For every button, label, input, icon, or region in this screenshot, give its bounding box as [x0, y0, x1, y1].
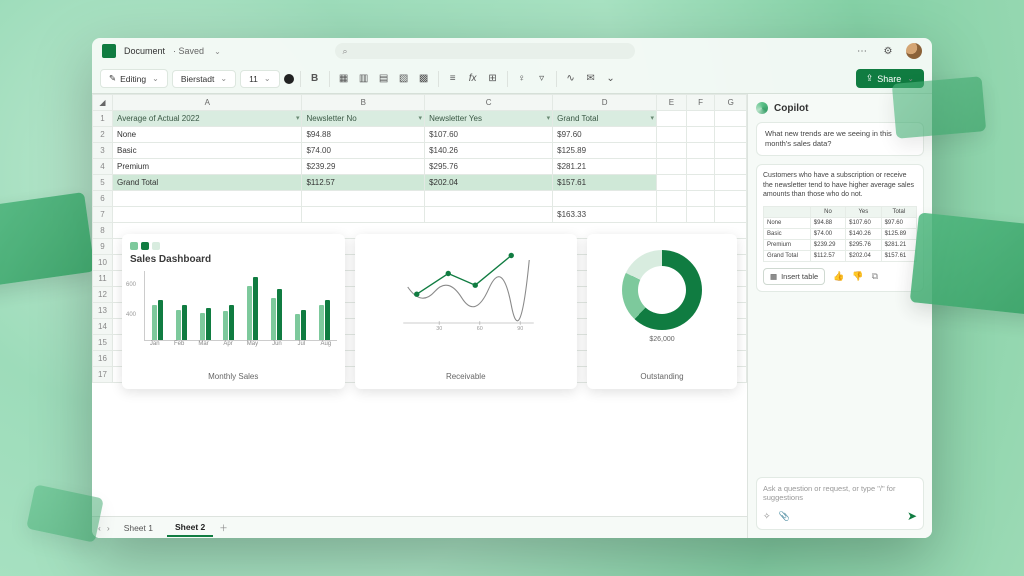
copilot-logo-icon — [756, 102, 768, 114]
table-icon: ▦ — [770, 272, 777, 281]
grand-total-row[interactable]: 5Grand Total$112.57$202.04$157.61 — [93, 175, 747, 191]
sparkle-icon[interactable]: ✧ — [763, 511, 771, 522]
col-header[interactable]: B — [302, 95, 425, 111]
card-footer: Outstanding — [595, 368, 729, 381]
donut-chart — [622, 250, 702, 330]
send-icon[interactable]: ➤ — [907, 509, 917, 523]
cells-icon[interactable]: ▤ — [376, 71, 392, 87]
bold-button[interactable]: B — [307, 71, 323, 87]
title-bar: Document · Saved ⌄ ⌕ ⋯ ⚙ — [92, 38, 932, 64]
align-icon[interactable]: ≡ — [445, 71, 461, 87]
select-all-cell[interactable]: ◢ — [93, 95, 113, 111]
table-icon[interactable]: ▩ — [416, 71, 432, 87]
insert-table-button[interactable]: ▦ Insert table — [763, 268, 825, 285]
analyze-icon[interactable]: ∿ — [563, 71, 579, 87]
document-name[interactable]: Document — [124, 46, 165, 56]
ribbon-toolbar: ✎ Editing ⌄ Bierstadt⌄ 11⌄ B ▦ ▥ ▤ ▧ ▩ ≡… — [92, 64, 932, 94]
line-chart: 30 60 90 — [363, 242, 570, 332]
col-header[interactable]: A — [113, 95, 302, 111]
search-icon: ⌕ — [343, 46, 348, 57]
col-header[interactable]: D — [553, 95, 657, 111]
pencil-icon: ✎ — [109, 73, 116, 84]
svg-text:60: 60 — [476, 326, 482, 332]
sheet-tab-active[interactable]: Sheet 2 — [167, 519, 213, 537]
spreadsheet-area: ◢ A B C D E F G 1 Average of Actual 2022… — [92, 94, 747, 538]
font-color-icon[interactable] — [284, 74, 294, 84]
pivot-header[interactable]: Newsletter No▾ — [302, 111, 425, 127]
tab-next-icon[interactable]: › — [107, 523, 110, 533]
mode-selector[interactable]: ✎ Editing ⌄ — [100, 69, 168, 88]
sheet-tab-bar: ‹ › Sheet 1 Sheet 2 ＋ — [92, 516, 747, 538]
ideas-icon[interactable]: ♀ — [514, 71, 530, 87]
floating-cell[interactable]: $163.33 — [553, 207, 657, 223]
table-row[interactable]: 4Premium$239.29$295.76$281.21 — [93, 159, 747, 175]
save-status: · Saved — [173, 46, 204, 56]
copilot-mini-table: NoYesTotal None$94.88$107.60$97.60 Basic… — [763, 206, 917, 262]
search-input[interactable]: ⌕ — [335, 43, 635, 59]
font-selector[interactable]: Bierstadt⌄ — [172, 70, 236, 88]
merge-icon[interactable]: ▥ — [356, 71, 372, 87]
receivable-card[interactable]: 30 60 90 Receivable — [355, 234, 578, 389]
table-row[interactable]: 2None$94.88$107.60$97.60 — [93, 127, 747, 143]
pivot-header[interactable]: Grand Total▾ — [553, 111, 657, 127]
bar-chart — [144, 271, 337, 341]
copilot-placeholder: Ask a question or request, or type "/" f… — [763, 484, 917, 504]
copilot-pane: Copilot What new trends are we seeing in… — [747, 94, 932, 538]
user-avatar[interactable] — [906, 43, 922, 59]
table-row[interactable]: 3Basic$74.00$140.26$125.89 — [93, 143, 747, 159]
card-footer: Monthly Sales — [130, 368, 337, 381]
add-sheet-icon[interactable]: ＋ — [219, 522, 228, 534]
share-icon: ⇪ — [866, 73, 874, 84]
formula-icon[interactable]: fx — [465, 71, 481, 87]
col-header[interactable]: C — [425, 95, 553, 111]
card-title: Sales Dashboard — [130, 254, 337, 265]
col-header[interactable]: F — [686, 95, 715, 111]
chevron-down-icon[interactable]: ⌄ — [214, 47, 221, 56]
thumbs-down-icon[interactable]: 👎 — [852, 271, 863, 282]
outstanding-card[interactable]: $26,000 Outstanding — [587, 234, 737, 389]
donut-value: $26,000 — [595, 336, 729, 343]
app-window: Document · Saved ⌄ ⌕ ⋯ ⚙ ✎ Editing ⌄ Bie… — [92, 38, 932, 538]
chevron-down-icon: ⌄ — [152, 74, 159, 83]
pivot-header[interactable]: Average of Actual 2022▾ — [113, 111, 302, 127]
filter-icon[interactable]: ▿ — [534, 71, 550, 87]
sheet-tab[interactable]: Sheet 1 — [116, 520, 161, 536]
card-footer: Receivable — [363, 368, 570, 381]
svg-text:30: 30 — [436, 326, 442, 332]
copilot-input[interactable]: Ask a question or request, or type "/" f… — [756, 477, 924, 531]
copilot-reply: Customers who have a subscription or rec… — [756, 164, 924, 291]
ribbon-more-icon[interactable]: ⌄ — [603, 71, 619, 87]
font-size-selector[interactable]: 11⌄ — [240, 70, 280, 88]
svg-text:90: 90 — [517, 326, 523, 332]
app-logo-icon — [102, 44, 116, 58]
sales-dashboard-card[interactable]: Sales Dashboard 600 400 — [122, 234, 345, 389]
thumbs-up-icon[interactable]: 👍 — [833, 271, 844, 282]
settings-icon[interactable]: ⚙ — [880, 43, 896, 59]
number-format-icon[interactable]: ⊞ — [485, 71, 501, 87]
col-header[interactable]: G — [715, 95, 747, 111]
col-header[interactable]: E — [657, 95, 687, 111]
pivot-header[interactable]: Newsletter Yes▾ — [425, 111, 553, 127]
more-icon[interactable]: ⋯ — [854, 43, 870, 59]
copy-icon[interactable]: ⧉ — [872, 271, 878, 282]
attach-icon[interactable]: 📎 — [779, 511, 790, 522]
insert-icon[interactable]: ▧ — [396, 71, 412, 87]
comment-icon[interactable]: ✉ — [583, 71, 599, 87]
borders-icon[interactable]: ▦ — [336, 71, 352, 87]
